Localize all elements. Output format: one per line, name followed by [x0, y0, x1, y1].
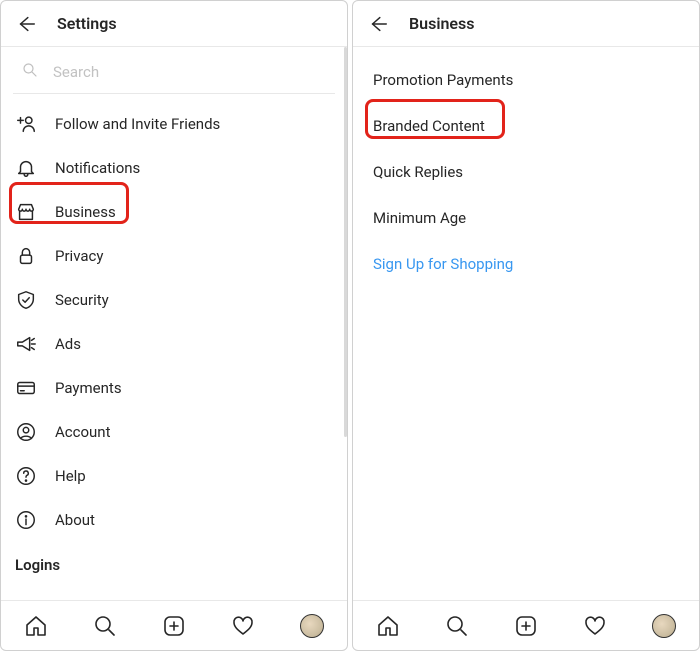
tab-bar: [353, 600, 699, 650]
business-item-branded-content[interactable]: Branded Content: [353, 103, 699, 149]
settings-item-about[interactable]: About: [1, 498, 347, 542]
business-list: Promotion Payments Branded Content Quick…: [353, 47, 699, 287]
settings-list: Follow and Invite Friends Notifications …: [1, 98, 347, 580]
settings-item-privacy[interactable]: Privacy: [1, 234, 347, 278]
card-icon: [15, 377, 37, 399]
settings-item-account[interactable]: Account: [1, 410, 347, 454]
back-arrow-icon[interactable]: [15, 13, 37, 35]
settings-item-label: Follow and Invite Friends: [55, 115, 220, 133]
settings-item-notifications[interactable]: Notifications: [1, 146, 347, 190]
settings-item-label: Help: [55, 467, 86, 485]
megaphone-icon: [15, 333, 37, 355]
settings-item-label: Security: [55, 291, 109, 309]
settings-item-label: Privacy: [55, 247, 103, 265]
home-icon[interactable]: [24, 614, 48, 638]
lock-icon: [15, 245, 37, 267]
settings-header: Settings: [1, 1, 347, 47]
search-placeholder: Search: [53, 63, 99, 81]
settings-item-label: Ads: [55, 335, 81, 353]
settings-screen: Settings Search Follow and Invite Friend…: [0, 0, 348, 651]
settings-item-label: Notifications: [55, 159, 140, 177]
profile-avatar[interactable]: [300, 614, 324, 638]
settings-item-ads[interactable]: Ads: [1, 322, 347, 366]
help-icon: [15, 465, 37, 487]
settings-item-label: Business: [55, 203, 116, 221]
search-tab-icon[interactable]: [445, 614, 469, 638]
business-title: Business: [409, 14, 474, 33]
profile-avatar[interactable]: [652, 614, 676, 638]
business-item-promotion-payments[interactable]: Promotion Payments: [353, 57, 699, 103]
business-item-label: Branded Content: [373, 117, 485, 135]
business-item-label: Minimum Age: [373, 209, 466, 227]
settings-title: Settings: [57, 14, 117, 33]
settings-item-payments[interactable]: Payments: [1, 366, 347, 410]
activity-heart-icon[interactable]: [231, 614, 255, 638]
business-header: Business: [353, 1, 699, 47]
settings-item-label: Account: [55, 423, 111, 441]
business-item-label: Quick Replies: [373, 163, 463, 181]
tab-bar: [1, 600, 347, 650]
business-item-label: Promotion Payments: [373, 71, 513, 89]
settings-item-business[interactable]: Business: [1, 190, 347, 234]
settings-item-label: About: [55, 511, 95, 529]
home-icon[interactable]: [376, 614, 400, 638]
bell-icon: [15, 157, 37, 179]
search-tab-icon[interactable]: [93, 614, 117, 638]
account-icon: [15, 421, 37, 443]
new-post-icon[interactable]: [514, 614, 538, 638]
settings-item-help[interactable]: Help: [1, 454, 347, 498]
scrollbar[interactable]: [344, 47, 347, 437]
back-arrow-icon[interactable]: [367, 13, 389, 35]
settings-content: Search Follow and Invite Friends Notific…: [1, 47, 347, 600]
search-input[interactable]: Search: [13, 55, 335, 94]
settings-item-invite[interactable]: Follow and Invite Friends: [1, 102, 347, 146]
business-item-quick-replies[interactable]: Quick Replies: [353, 149, 699, 195]
storefront-icon: [15, 201, 37, 223]
business-item-shopping-signup[interactable]: Sign Up for Shopping: [353, 241, 699, 287]
business-screen: Business Promotion Payments Branded Cont…: [352, 0, 700, 651]
new-post-icon[interactable]: [162, 614, 186, 638]
settings-item-security[interactable]: Security: [1, 278, 347, 322]
person-plus-icon: [15, 113, 37, 135]
business-item-label: Sign Up for Shopping: [373, 255, 513, 273]
shield-check-icon: [15, 289, 37, 311]
activity-heart-icon[interactable]: [583, 614, 607, 638]
business-item-minimum-age[interactable]: Minimum Age: [353, 195, 699, 241]
settings-item-label: Payments: [55, 379, 122, 397]
info-icon: [15, 509, 37, 531]
logins-header: Logins: [1, 542, 347, 580]
business-content: Promotion Payments Branded Content Quick…: [353, 47, 699, 600]
search-icon: [21, 61, 39, 83]
